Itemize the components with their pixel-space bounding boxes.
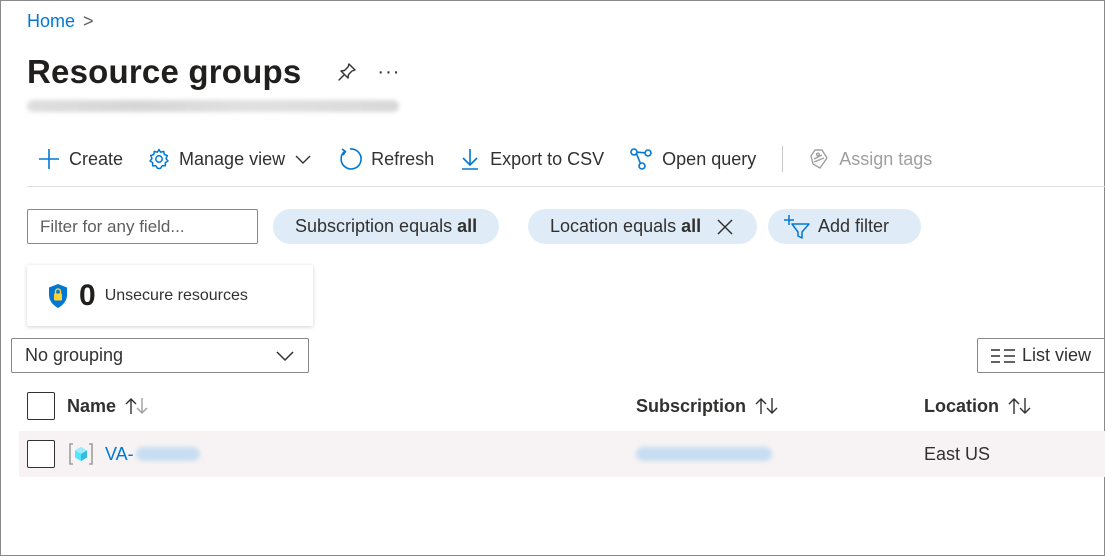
column-subscription[interactable]: Subscription — [636, 386, 780, 426]
create-button[interactable]: Create — [37, 147, 123, 171]
resource-group-icon — [69, 443, 93, 465]
resource-group-name-redacted — [135, 447, 200, 461]
subscription-filter-pill[interactable]: Subscription equals all — [273, 209, 500, 244]
manage-view-button[interactable]: Manage view — [147, 147, 313, 171]
chevron-down-icon — [295, 155, 311, 164]
refresh-button[interactable]: Refresh — [337, 146, 434, 172]
chevron-down-icon — [276, 350, 294, 361]
row-select-cell — [27, 431, 55, 477]
shield-icon — [49, 283, 67, 308]
plus-icon — [39, 149, 59, 169]
directory-subtitle-redacted — [27, 97, 399, 115]
export-csv-button[interactable]: Export to CSV — [458, 147, 604, 171]
assign-tags-button[interactable]: Assign tags — [807, 147, 932, 171]
sort-icon[interactable] — [754, 396, 780, 416]
open-query-label: Open query — [662, 148, 757, 169]
breadcrumb: Home > — [27, 11, 94, 32]
column-subscription-label: Subscription — [636, 395, 747, 416]
grouping-dropdown[interactable]: No grouping — [11, 338, 309, 373]
column-location[interactable]: Location — [924, 386, 1033, 426]
filter-input[interactable] — [27, 209, 258, 244]
query-graph-icon — [630, 148, 652, 170]
subscription-filter-label: Subscription equals — [295, 216, 453, 236]
breadcrumb-home[interactable]: Home — [27, 11, 75, 32]
add-filter-label: Add filter — [818, 216, 890, 236]
assign-tags-label: Assign tags — [839, 148, 933, 169]
table-row[interactable]: VA- East US — [19, 431, 1105, 477]
table-header: Name Subscription Location — [19, 386, 1105, 426]
close-icon[interactable] — [715, 217, 735, 237]
row-subscription-cell — [636, 431, 772, 477]
location-filter-label: Location equals — [550, 216, 677, 236]
pin-icon[interactable] — [335, 60, 359, 84]
create-label: Create — [69, 148, 124, 169]
row-name-cell: VA- — [67, 431, 200, 477]
column-name[interactable]: Name — [67, 386, 150, 426]
list-view-icon — [991, 348, 1015, 363]
refresh-icon — [340, 148, 362, 170]
select-all-checkbox[interactable] — [27, 392, 55, 420]
column-name-label: Name — [67, 395, 117, 416]
toolbar-divider — [782, 146, 784, 172]
tag-icon — [810, 149, 828, 169]
location-filter-value: all — [681, 216, 702, 236]
list-view-button[interactable]: List view — [977, 338, 1105, 373]
download-icon — [462, 149, 479, 170]
command-bar: Create Manage view Refresh Export to CSV — [37, 143, 956, 175]
row-location: East US — [924, 443, 991, 464]
resource-group-link[interactable]: VA- — [105, 444, 134, 465]
page-title: Resource groups — [27, 53, 302, 90]
location-filter-pill[interactable]: Location equals all — [528, 209, 758, 244]
sort-icon[interactable] — [1007, 396, 1033, 416]
add-filter-button[interactable]: Add filter — [768, 209, 921, 244]
export-csv-label: Export to CSV — [490, 148, 605, 169]
window-frame: Home > Resource groups ··· Create Manage… — [0, 0, 1105, 556]
list-view-label: List view — [1022, 345, 1092, 365]
column-location-label: Location — [924, 395, 999, 416]
select-all-cell — [27, 386, 55, 426]
unsecure-label: Unsecure resources — [104, 286, 248, 304]
manage-view-label: Manage view — [179, 148, 286, 169]
unsecure-resources-card[interactable]: 0 Unsecure resources — [27, 265, 313, 326]
grouping-selected: No grouping — [25, 345, 124, 365]
breadcrumb-separator: > — [83, 11, 94, 31]
toolbar-separator — [27, 186, 1105, 187]
subscription-filter-value: all — [457, 216, 478, 236]
sort-icon[interactable] — [124, 396, 150, 416]
open-query-button[interactable]: Open query — [628, 146, 756, 172]
row-checkbox[interactable] — [27, 440, 55, 468]
add-filter-icon — [784, 214, 810, 239]
row-location-cell: East US — [924, 431, 990, 477]
more-options-icon[interactable]: ··· — [377, 62, 400, 82]
unsecure-count: 0 — [79, 278, 96, 312]
refresh-label: Refresh — [371, 148, 435, 169]
title-row: Resource groups ··· — [27, 53, 400, 91]
subscription-name-redacted[interactable] — [636, 447, 772, 461]
gear-icon — [149, 148, 169, 170]
